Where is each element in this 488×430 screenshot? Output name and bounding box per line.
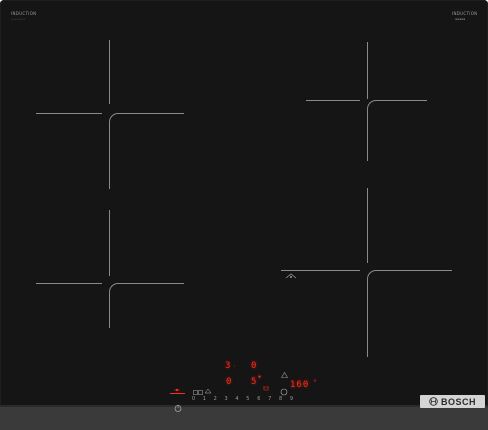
zone-mark-left-top-horizontal <box>36 113 102 114</box>
bosch-armature-icon <box>429 397 438 406</box>
zone-mark-left-center-corner <box>109 113 184 189</box>
zone-sub-display: 5 <box>251 377 257 387</box>
zone-mark-left-mid-vertical <box>109 210 110 276</box>
induction-sublabel-left: •••••••• <box>11 17 26 21</box>
lock-icon[interactable] <box>173 378 181 397</box>
slider-step[interactable]: 1 <box>199 396 210 406</box>
zone-mark-right-bottom-horizontal <box>281 270 360 271</box>
zone-mark-left-bottom-corner <box>109 283 184 328</box>
pan-icon[interactable] <box>262 376 270 395</box>
power-readout-display: 160 <box>290 380 310 390</box>
zone-mark-right-mid-vertical <box>367 188 368 263</box>
induction-label-right: INDUCTION <box>452 11 478 16</box>
power-slider[interactable]: 0 1 2 3 4 5 6 7 8 9 <box>188 396 297 406</box>
zone-mark-left-bottom-horizontal <box>36 283 102 284</box>
slider-step[interactable]: 4 <box>232 396 243 406</box>
zone-mark-right-center-corner <box>367 100 427 161</box>
zone-level-display: 0 <box>226 377 232 387</box>
slider-step[interactable]: 6 <box>253 396 264 406</box>
induction-sublabel-right: ▪▪▪▪▪ <box>455 17 466 21</box>
brand-logo-text: BOSCH <box>440 396 476 407</box>
slider-step[interactable]: 3 <box>221 396 232 406</box>
power-unit: ° <box>313 379 317 386</box>
slider-step[interactable]: 7 <box>264 396 275 406</box>
active-zone-indicator <box>170 393 185 394</box>
brand-logo: BOSCH <box>420 395 485 408</box>
slider-step[interactable]: 8 <box>275 396 286 406</box>
zone-mark-right-bottom-corner <box>367 270 452 357</box>
power-button-icon[interactable] <box>174 397 182 416</box>
slider-step[interactable]: 9 <box>286 396 297 406</box>
timer-dot: · <box>233 364 237 370</box>
zone-mark-right-top-horizontal <box>306 100 360 101</box>
slider-step[interactable]: 2 <box>210 396 221 406</box>
timer-minutes-display: 3 <box>225 361 231 371</box>
induction-label-left: INDUCTION <box>11 11 37 16</box>
zone-mark-right-top-vertical <box>367 42 368 99</box>
cooktop-frame <box>0 407 488 430</box>
slider-step[interactable]: 0 <box>188 396 199 406</box>
pan-detection-icon <box>285 264 297 279</box>
slider-step[interactable]: 5 <box>242 396 253 406</box>
zone-mark-left-top-vertical <box>109 40 110 104</box>
warning-icon <box>280 363 289 382</box>
zone-sub-indicator: ▪ <box>258 374 262 380</box>
timer-seconds-display: 0 <box>251 361 257 371</box>
